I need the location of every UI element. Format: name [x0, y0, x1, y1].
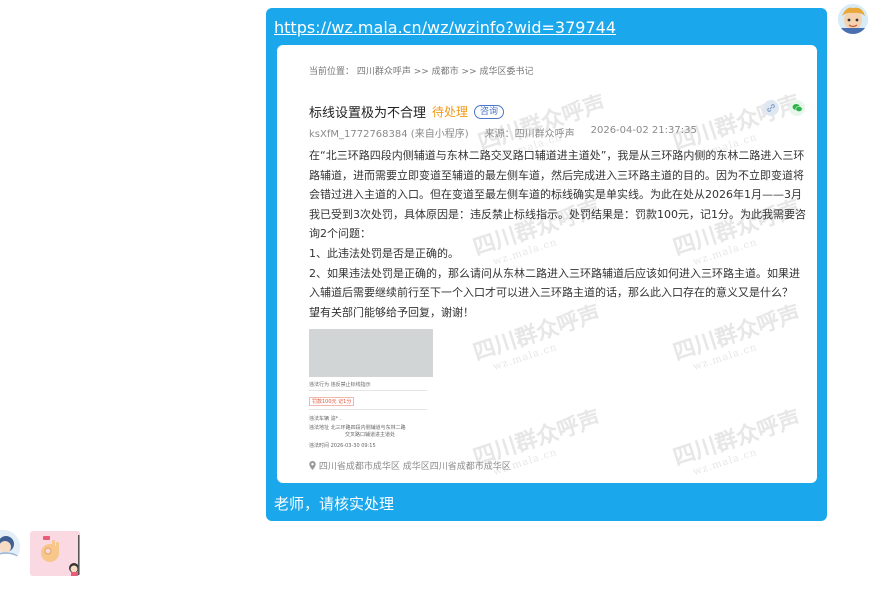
post-author: ksXfM_1772768384 (来自小程序) [309, 129, 469, 140]
location-pin-icon [309, 461, 319, 472]
message-bubble[interactable]: https://wz.mala.cn/wz/wzinfo?wid=379744 … [266, 8, 827, 521]
attachment-line: 违法地址 北三环路四段内侧辅道与东林二路 [309, 425, 406, 431]
sender-avatar[interactable] [838, 4, 868, 34]
attachment-line: 交叉路口辅道进主道处 [345, 432, 396, 438]
message-caption: 老师，请核实处理 [274, 495, 395, 513]
post-paragraph: 望有关部门能够给予回复，谢谢！ [309, 305, 474, 319]
attachment-penalty: 罚款100元 记1分 [309, 397, 355, 406]
post-location: 四川省成都市成华区 成华区四川省成都市成华区 [309, 459, 511, 472]
post-paragraph: 在“北三环路四段内侧辅道与东林二路交叉路口辅道进主道处”，我是从三环路内侧的东林… [309, 149, 806, 241]
category-tag: 咨询 [474, 104, 505, 119]
attachment-line: 违法行为 违反禁止标线指示 [309, 382, 371, 388]
breadcrumb: 当前位置： 四川群众呼声 >> 成都市 >> 成华区委书记 [309, 67, 534, 77]
watermark: 四川群众呼声 wz.mala.cn [670, 405, 804, 479]
divider [309, 409, 427, 410]
post-meta: ksXfM_1772768384 (来自小程序) 来源：四川群众呼声 2026-… [309, 125, 713, 140]
ok-hand-sticker[interactable] [30, 531, 80, 576]
message-link[interactable]: https://wz.mala.cn/wz/wzinfo?wid=379744 [274, 18, 616, 37]
wechat-icon [789, 100, 805, 116]
post-title-row: 标线设置极为不合理 待处理 咨询 [309, 102, 505, 121]
location-text: 四川省成都市成华区 成华区四川省成都市成华区 [318, 462, 511, 472]
attachment-line: 违法车辆 渝* . [309, 416, 342, 422]
link-icon [763, 100, 779, 116]
post-paragraph: 2、如果违法处罚是正确的，那么请问从东林二路进入三环路辅道后应该如何进入三环路主… [309, 266, 800, 300]
post-paragraph: 1、此违法处罚是否是正确的。 [309, 246, 459, 260]
post-body: 在“北三环路四段内侧辅道与东林二路交叉路口辅道进主道处”，我是从三环路内侧的东林… [309, 146, 809, 322]
status-badge: 待处理 [432, 105, 469, 119]
divider [309, 390, 427, 391]
post-title: 标线设置极为不合理 [309, 106, 427, 121]
screenshot-card[interactable]: 四川群众呼声 wz.mala.cn 四川群众呼声 wz.mala.cn 四川群众呼声… [277, 45, 817, 483]
attachment-line: 违法时间 2026-03-30 09:15 [309, 443, 376, 449]
attachment-image[interactable] [309, 329, 433, 377]
post-datetime: 2026-04-02 21:37:35 [590, 125, 697, 136]
post-source: 来源：四川群众呼声 [484, 129, 575, 140]
reply-avatar[interactable] [0, 530, 20, 564]
chat-view: https://wz.mala.cn/wz/wzinfo?wid=379744 … [0, 0, 875, 591]
